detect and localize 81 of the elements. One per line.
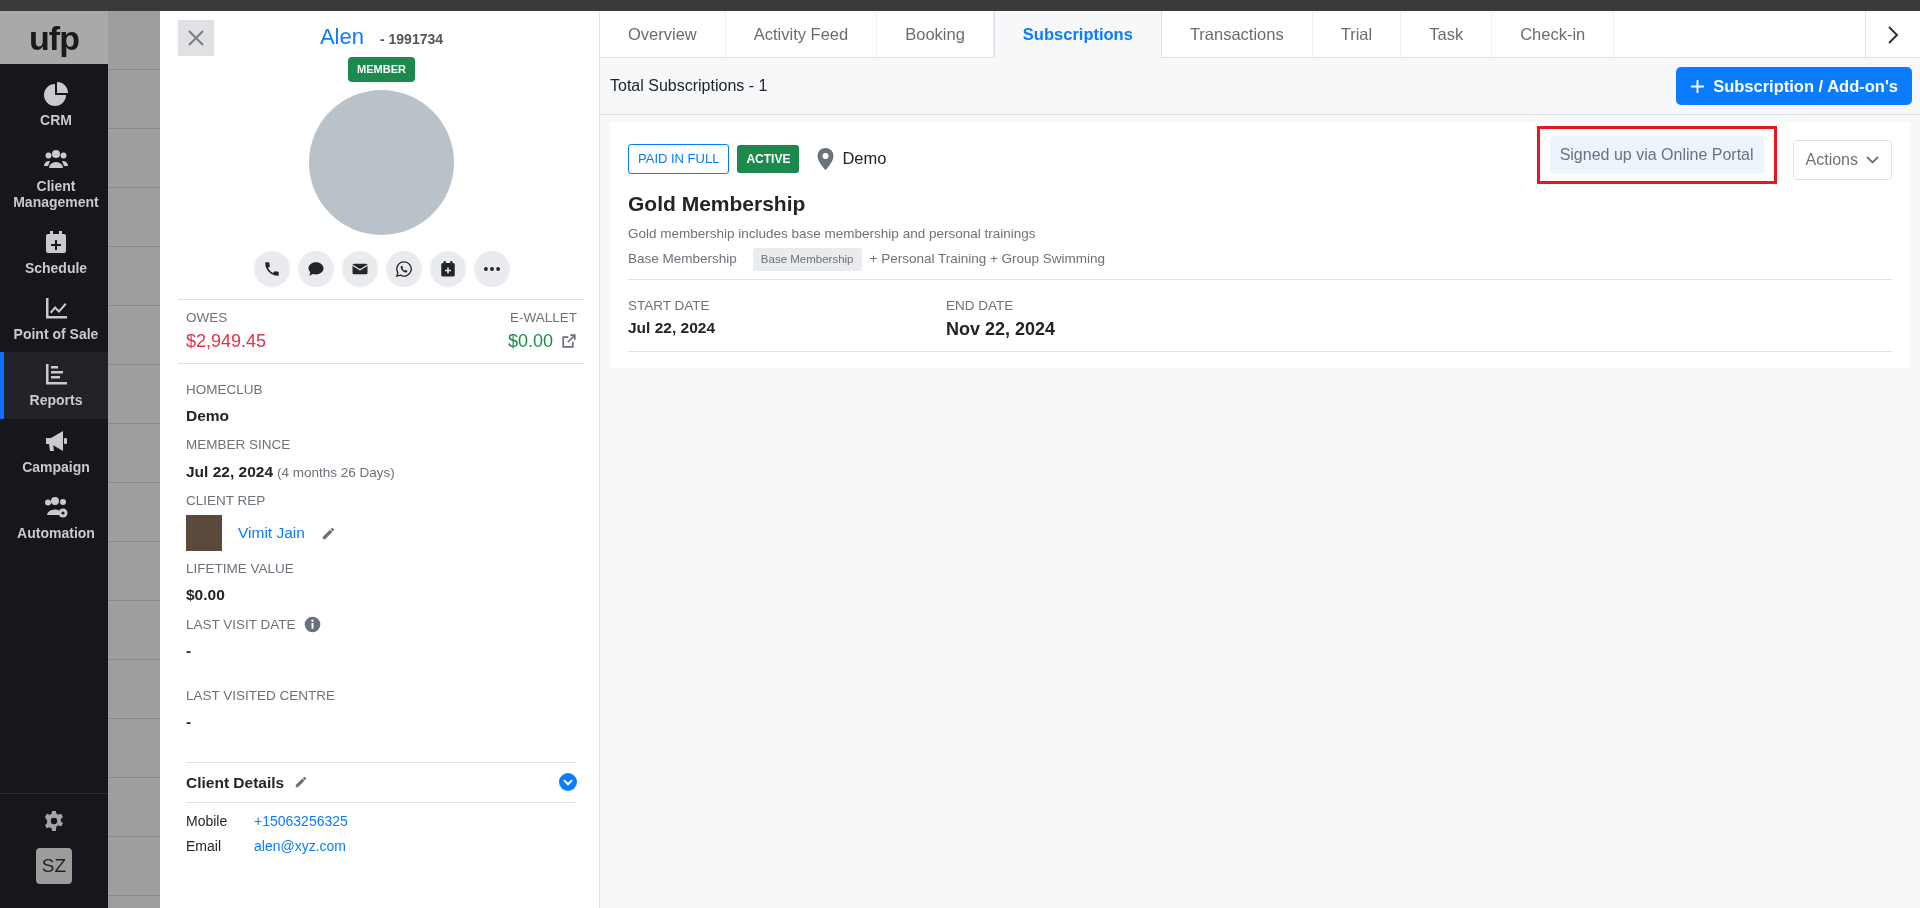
payment-badge: PAID IN FULL	[628, 144, 730, 174]
field-label: LIFETIME VALUE	[186, 560, 294, 578]
nav-item[interactable]: Reports	[0, 352, 108, 419]
nav-item[interactable]: Automation	[0, 484, 108, 551]
total-count: Total Subscriptions - 1	[610, 76, 768, 96]
pencil-icon	[320, 525, 336, 541]
field-value: -	[186, 712, 192, 733]
date-label: START DATE	[628, 297, 711, 315]
chat-phone-icon	[394, 259, 413, 278]
calendar-plus-icon	[44, 230, 68, 255]
client-name: Alen	[319, 23, 364, 51]
date-value: Nov 22, 2024	[946, 318, 1056, 342]
nav-item[interactable]: Campaign	[0, 418, 108, 485]
field-label: LAST VISITED CENTRE	[186, 687, 336, 705]
more-icon	[483, 266, 500, 271]
detail-link[interactable]: alen@xyz.com	[254, 835, 347, 857]
settings-icon	[43, 810, 65, 832]
actions-dropdown[interactable]: Actions	[1792, 140, 1892, 180]
more-button[interactable]	[473, 250, 510, 287]
date-label: END DATE	[946, 297, 1015, 315]
info-icon	[303, 616, 321, 634]
owes-amount: $2,949.45	[186, 329, 267, 353]
contact-button[interactable]	[385, 250, 422, 287]
plan-description: Gold membership includes base membership and personal trainings	[628, 224, 1037, 243]
wallet-label: E-WALLET	[509, 308, 577, 327]
location-text: Demo	[842, 148, 887, 170]
base-label: Base Membership	[628, 250, 737, 269]
pencil-icon	[294, 775, 309, 790]
photo-placeholder	[186, 515, 222, 551]
logo: ufp	[29, 20, 79, 55]
base-tag: Base Membership	[752, 247, 862, 271]
nav-item[interactable]: CRM	[0, 72, 108, 139]
plus-icon	[1690, 78, 1706, 94]
addons-text: + Personal Training + Group Swimming	[869, 250, 1106, 269]
nav-item[interactable]: Point of Sale	[0, 286, 108, 353]
map-pin-icon	[817, 147, 835, 170]
line-chart-icon	[44, 296, 68, 321]
wallet-amount: $0.00	[507, 329, 553, 353]
contact-button[interactable]	[341, 250, 378, 287]
contact-button[interactable]	[429, 250, 466, 287]
chevron-right-icon	[1887, 24, 1899, 45]
chat-bubble-icon	[306, 259, 325, 278]
nav-item[interactable]: Client Management	[0, 138, 108, 221]
rep-link[interactable]: Vimit Jain	[238, 521, 305, 545]
chevron-down-icon	[559, 773, 577, 792]
source-tag: Signed up via Online Portal	[1549, 136, 1764, 174]
detail-label: Mobile	[186, 811, 229, 831]
external-link-icon	[561, 333, 577, 350]
calendar-plus-icon	[438, 259, 457, 278]
contact-button[interactable]	[253, 250, 290, 287]
field-value: Demo	[186, 406, 230, 426]
megaphone-icon	[44, 428, 68, 453]
field-value: -	[186, 640, 192, 661]
contact-button[interactable]	[297, 250, 334, 287]
field-label: CLIENT REP	[186, 491, 266, 510]
caret-icon	[1866, 156, 1879, 164]
field-note: (4 months 26 Days)	[277, 463, 395, 482]
detail-label: Email	[186, 836, 222, 856]
add-subscription-button[interactable]: Subscription / Add-on's	[1676, 66, 1912, 106]
date-value: Jul 22, 2024	[628, 318, 717, 339]
field-value: $0.00	[186, 585, 225, 606]
field-value: Jul 22, 2024	[186, 461, 274, 482]
tab[interactable]: Subscriptions	[993, 11, 1162, 58]
status-badge: MEMBER	[348, 57, 415, 82]
user-avatar[interactable]: SZ	[36, 848, 72, 884]
client-id: - 1991734	[380, 30, 444, 49]
field-label: LAST VISIT DATE	[186, 615, 296, 634]
phone-icon	[262, 259, 281, 278]
bar-chart-icon	[44, 362, 68, 387]
nav-item[interactable]: Schedule	[0, 220, 108, 287]
status-badge: ACTIVE	[737, 144, 800, 173]
field-label: HOMECLUB	[186, 380, 263, 399]
owes-label: OWES	[186, 308, 229, 327]
section-title: Client Details	[186, 772, 285, 793]
users-gear-icon	[44, 494, 68, 519]
plan-title: Gold Membership	[628, 191, 807, 217]
detail-link[interactable]: +15063256325	[254, 810, 348, 832]
pie-chart-icon	[44, 82, 68, 106]
field-label: MEMBER SINCE	[186, 436, 291, 455]
close-button[interactable]	[178, 20, 214, 56]
close-icon	[188, 30, 204, 46]
